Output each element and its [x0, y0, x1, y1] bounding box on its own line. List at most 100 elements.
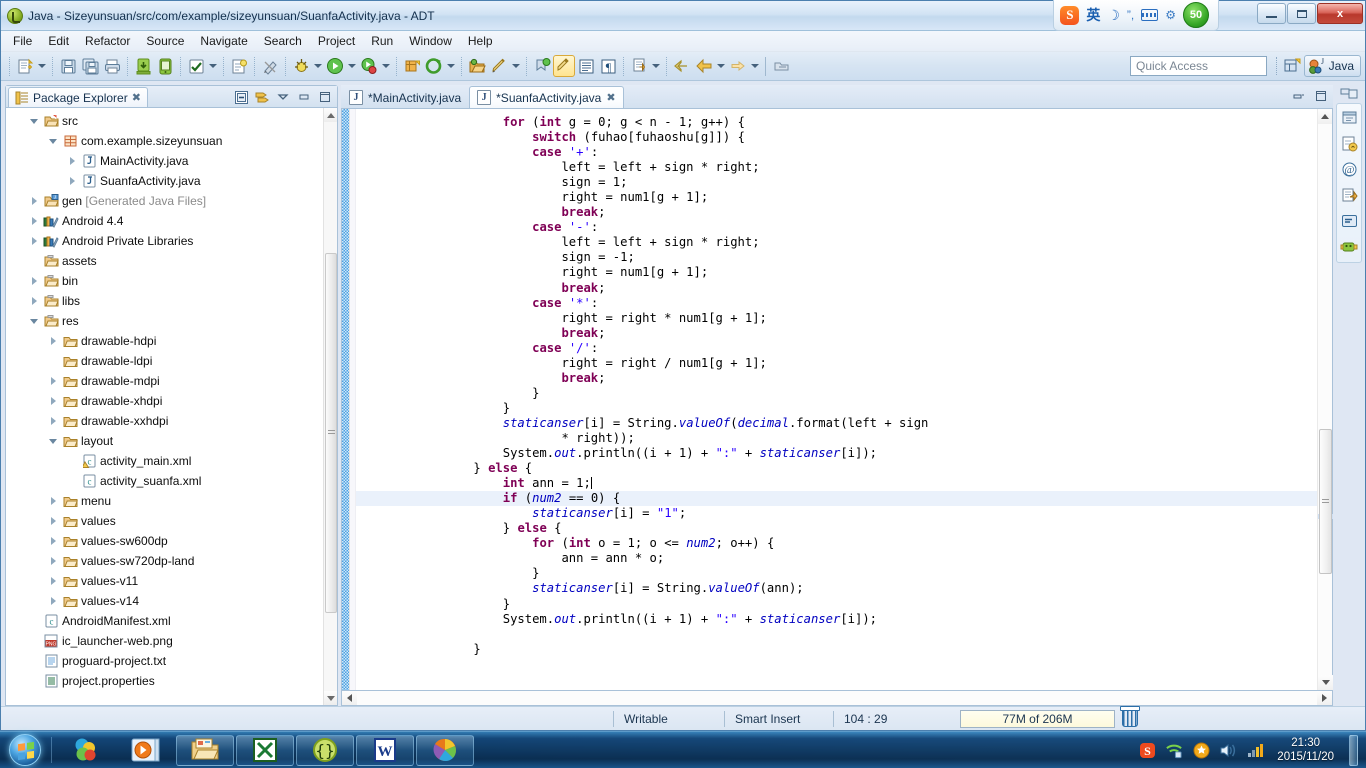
tree-item-proguard-project-txt[interactable]: proguard-project.txt	[6, 651, 337, 671]
scroll-down-arrow-icon[interactable]	[1318, 675, 1333, 690]
close-icon[interactable]: ✖	[132, 91, 141, 104]
expand-twisty-icon[interactable]	[26, 217, 42, 225]
expand-twisty-icon[interactable]	[64, 177, 80, 185]
collapse-twisty-icon[interactable]	[26, 319, 42, 324]
keyboard-icon[interactable]	[1141, 9, 1159, 21]
collapse-twisty-icon[interactable]	[45, 139, 61, 144]
collapse-all-icon[interactable]	[232, 88, 250, 106]
minimize-button[interactable]	[1257, 3, 1286, 24]
scroll-right-arrow-icon[interactable]	[1317, 691, 1332, 705]
tree-item-androidmanifest-xml[interactable]: c AndroidManifest.xml	[6, 611, 337, 631]
link-with-editor-icon[interactable]	[253, 88, 271, 106]
taskbar-excel[interactable]	[236, 734, 294, 766]
tree-item-bin[interactable]: bin	[6, 271, 337, 291]
scrollbar-thumb[interactable]	[325, 253, 337, 613]
coverage-icon[interactable]	[358, 55, 380, 77]
expand-twisty-icon[interactable]	[45, 517, 61, 525]
new-android-project-icon[interactable]	[401, 55, 423, 77]
print-icon[interactable]	[101, 55, 123, 77]
code-viewport[interactable]: for (int g = 0; g < n - 1; g++) { switch…	[356, 109, 1317, 690]
heap-status-bar[interactable]: 77M of 206M	[960, 709, 1115, 728]
android-avd-manager-icon[interactable]	[154, 55, 176, 77]
perspective-java-button[interactable]: J Java	[1303, 55, 1361, 77]
collapse-twisty-icon[interactable]	[45, 439, 61, 444]
android-sdk-manager-icon[interactable]	[132, 55, 154, 77]
trash-icon[interactable]	[1120, 706, 1140, 727]
tree-item-drawable-xhdpi[interactable]: drawable-xhdpi	[6, 391, 337, 411]
taskbar-clock[interactable]: 21:30 2015/11/20	[1273, 736, 1338, 764]
pin-editor-icon[interactable]	[770, 55, 792, 77]
coverage-dropdown[interactable]	[380, 55, 392, 77]
tree-item-values-v11[interactable]: values-v11	[6, 571, 337, 591]
forward-dropdown[interactable]	[749, 55, 761, 77]
tree-item-menu[interactable]: menu	[6, 491, 337, 511]
expand-twisty-icon[interactable]	[45, 337, 61, 345]
forward-icon[interactable]	[727, 55, 749, 77]
save-icon[interactable]	[57, 55, 79, 77]
new-wizard-icon[interactable]	[14, 55, 36, 77]
tree-item-values-sw720dp-land[interactable]: values-sw720dp-land	[6, 551, 337, 571]
maximize-view-icon[interactable]	[316, 88, 334, 106]
debug-dropdown[interactable]	[312, 55, 324, 77]
menu-window[interactable]: Window	[401, 32, 460, 50]
pencil-edit-icon[interactable]	[488, 55, 510, 77]
package-explorer-fastview-icon[interactable]	[1339, 107, 1359, 127]
tree-item-drawable-xxhdpi[interactable]: drawable-xxhdpi	[6, 411, 337, 431]
expand-twisty-icon[interactable]	[45, 417, 61, 425]
external-tools-dropdown[interactable]	[445, 55, 457, 77]
expand-twisty-icon[interactable]	[45, 557, 61, 565]
next-annotation-dropdown[interactable]	[650, 55, 662, 77]
volume-icon[interactable]	[1219, 741, 1237, 759]
new-wizard-dropdown[interactable]	[36, 55, 48, 77]
scroll-down-arrow-icon[interactable]	[324, 691, 337, 705]
sogou-tray-icon[interactable]: S	[1138, 741, 1156, 759]
ime-toolbar[interactable]: S 英 ☽ ”, ⚙ 50	[1053, 0, 1219, 31]
expand-twisty-icon[interactable]	[45, 597, 61, 605]
tree-item-gen[interactable]: Jgen [Generated Java Files]	[6, 191, 337, 211]
collapse-twisty-icon[interactable]	[26, 119, 42, 124]
taskbar-media-player[interactable]	[116, 735, 174, 766]
lint-warnings-icon[interactable]	[259, 55, 281, 77]
build-all-icon[interactable]	[185, 55, 207, 77]
tree-item-drawable-mdpi[interactable]: drawable-mdpi	[6, 371, 337, 391]
next-annotation-icon[interactable]	[628, 55, 650, 77]
pencil-dropdown[interactable]	[510, 55, 522, 77]
network-signal-icon[interactable]	[1246, 741, 1264, 759]
console-view-icon[interactable]	[1339, 211, 1359, 231]
tree-item-project-properties[interactable]: project.properties	[6, 671, 337, 691]
open-resource-icon[interactable]	[466, 55, 488, 77]
taskbar-chrome[interactable]	[416, 734, 474, 766]
menu-run[interactable]: Run	[363, 32, 401, 50]
annotation-ruler[interactable]	[342, 109, 350, 690]
tree-item-assets[interactable]: assets	[6, 251, 337, 271]
maximize-editor-icon[interactable]	[1312, 87, 1330, 105]
menu-file[interactable]: File	[5, 32, 40, 50]
tree-item-ic-launcher-web-png[interactable]: PNG ic_launcher-web.png	[6, 631, 337, 651]
tree-item-drawable-ldpi[interactable]: drawable-ldpi	[6, 351, 337, 371]
tree-item-layout[interactable]: layout	[6, 431, 337, 451]
expand-twisty-icon[interactable]	[64, 157, 80, 165]
declaration-view-icon[interactable]	[1339, 185, 1359, 205]
tree-item-activity-suanfa-xml[interactable]: c activity_suanfa.xml	[6, 471, 337, 491]
open-perspective-icon[interactable]	[1283, 56, 1303, 76]
project-tree[interactable]: Jsrc com.example.sizeyunsuan MainActivity.…	[6, 108, 337, 705]
sogou-ime-logo-icon[interactable]: S	[1060, 5, 1080, 25]
scrollbar-track[interactable]	[357, 691, 1317, 705]
editor-horizontal-scrollbar[interactable]	[341, 691, 1333, 706]
expand-twisty-icon[interactable]	[26, 197, 42, 205]
expand-twisty-icon[interactable]	[26, 237, 42, 245]
expand-twisty-icon[interactable]	[26, 277, 42, 285]
menu-navigate[interactable]: Navigate	[192, 32, 255, 50]
scroll-left-arrow-icon[interactable]	[342, 691, 357, 705]
tree-item-values-sw600dp[interactable]: values-sw600dp	[6, 531, 337, 551]
tree-item-res[interactable]: res	[6, 311, 337, 331]
source-code[interactable]: for (int g = 0; g < n - 1; g++) { switch…	[356, 109, 1317, 657]
back-icon[interactable]	[693, 55, 715, 77]
menu-project[interactable]: Project	[310, 32, 363, 50]
javadoc-view-icon[interactable]	[1339, 133, 1359, 153]
tree-item-values[interactable]: values	[6, 511, 337, 531]
scrollbar-thumb[interactable]	[1319, 429, 1332, 574]
taskbar-sogou-browser[interactable]	[56, 735, 114, 766]
debug-icon[interactable]	[290, 55, 312, 77]
tab-package-explorer[interactable]: Package Explorer ✖	[8, 87, 148, 107]
